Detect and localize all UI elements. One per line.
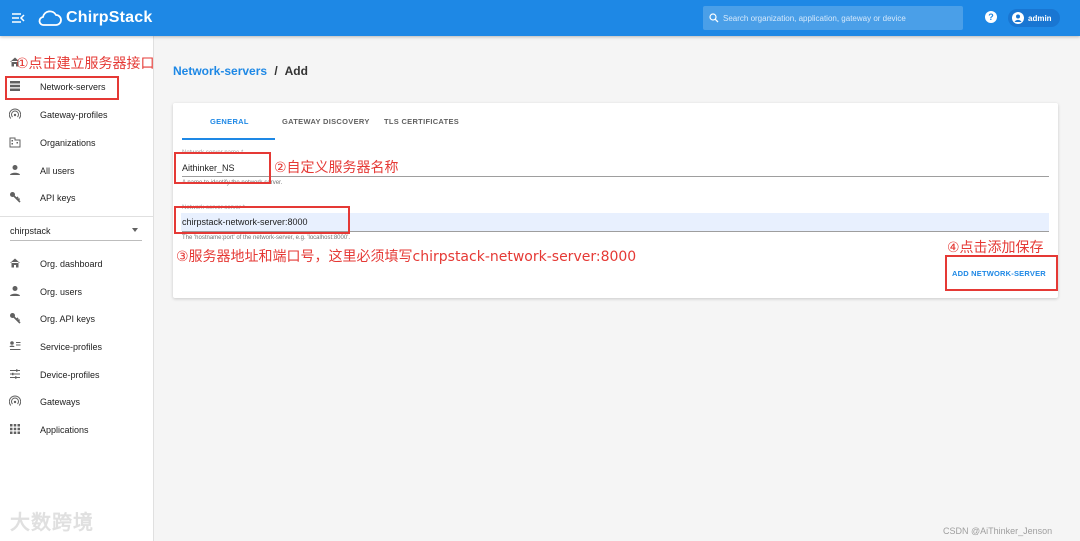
sidebar-item-label: Gateways xyxy=(40,397,81,407)
sidebar-item-label: Org. API keys xyxy=(40,314,96,324)
sidebar-item-org-users[interactable]: Org. users xyxy=(0,279,154,305)
sidebar-item-label: API keys xyxy=(40,193,76,203)
building-icon xyxy=(8,136,22,150)
annotation-step1: ①点击建立服务器接口 xyxy=(16,56,155,72)
search-input[interactable] xyxy=(723,13,953,23)
tab-general[interactable]: GENERAL xyxy=(210,117,249,126)
breadcrumb-current: Add xyxy=(284,64,308,78)
account-circle-icon xyxy=(1012,12,1024,24)
sidebar-item-all-users[interactable]: All users xyxy=(0,158,154,184)
wifi-icon xyxy=(8,395,22,409)
home-icon xyxy=(8,257,22,271)
annotation-box-step3 xyxy=(174,206,350,234)
sidebar-item-label: Org. users xyxy=(40,287,83,297)
organization-selected-value: chirpstack xyxy=(10,225,51,236)
sliders-icon xyxy=(8,368,22,382)
annotation-step3: ③服务器地址和端口号，这里必须填写chirpstack-network-serv… xyxy=(176,249,637,265)
chirpstack-logo[interactable]: ChirpStack xyxy=(38,6,152,30)
sidebar-item-organizations[interactable]: Organizations xyxy=(0,130,154,156)
sidebar-item-gateways[interactable]: Gateways xyxy=(0,389,154,415)
key-icon xyxy=(8,312,22,326)
brand-name: ChirpStack xyxy=(66,9,153,26)
grid-icon xyxy=(8,423,22,437)
server-field-helper: The 'hostname:port' of the network-serve… xyxy=(182,235,351,241)
sidebar-item-label: Org. dashboard xyxy=(40,259,103,269)
source-credit: CSDN @AiThinker_Jenson xyxy=(943,526,1053,536)
search-box[interactable] xyxy=(703,6,963,30)
organization-select[interactable]: chirpstack xyxy=(10,221,142,241)
sidebar-item-gateway-profiles[interactable]: Gateway-profiles xyxy=(0,102,154,128)
cloud-icon xyxy=(38,10,62,26)
sidebar-item-label: All users xyxy=(40,166,75,176)
sidebar-item-label: Organizations xyxy=(40,138,96,148)
sidebar-item-applications[interactable]: Applications xyxy=(0,417,154,443)
watermark-logo: 大数跨境 xyxy=(10,510,94,534)
user-icon xyxy=(8,164,22,178)
username: admin xyxy=(1028,13,1052,23)
sidebar-item-org-dashboard[interactable]: Org. dashboard xyxy=(0,251,154,277)
breadcrumb-link-network-servers[interactable]: Network-servers xyxy=(173,64,267,78)
sidebar-item-label: Applications xyxy=(40,425,89,435)
annotation-box-step2 xyxy=(174,152,271,184)
sidebar-item-service-profiles[interactable]: Service-profiles xyxy=(0,334,154,360)
chevron-down-icon xyxy=(132,228,138,232)
annotation-box-step4 xyxy=(945,255,1058,291)
sidebar-item-device-profiles[interactable]: Device-profiles xyxy=(0,362,154,388)
sidebar-item-api-keys[interactable]: API keys xyxy=(0,185,154,211)
annotation-box-step1 xyxy=(5,76,119,100)
sidebar-item-label: Device-profiles xyxy=(40,370,100,380)
sidebar-divider xyxy=(0,216,154,217)
profile-list-icon xyxy=(8,340,22,354)
key-icon xyxy=(8,191,22,205)
annotation-step2: ②自定义服务器名称 xyxy=(274,160,399,176)
wifi-icon xyxy=(8,108,22,122)
user-icon xyxy=(8,285,22,299)
user-menu-button[interactable]: admin xyxy=(1008,9,1060,27)
menu-collapse-icon[interactable] xyxy=(10,10,26,26)
tab-tls-certificates[interactable]: TLS CERTIFICATES xyxy=(384,117,459,126)
sidebar-item-label: Service-profiles xyxy=(40,342,103,352)
annotation-step4: ④点击添加保存 xyxy=(947,240,1044,256)
sidebar-item-label: Gateway-profiles xyxy=(40,110,108,120)
tab-bar: GENERAL GATEWAY DISCOVERY TLS CERTIFICAT… xyxy=(173,103,1058,140)
breadcrumb: Network-servers / Add xyxy=(173,64,308,78)
tab-gateway-discovery[interactable]: GATEWAY DISCOVERY xyxy=(282,117,370,126)
active-tab-indicator xyxy=(182,138,275,140)
app-bar: ChirpStack ? admin xyxy=(0,0,1080,36)
help-icon[interactable]: ? xyxy=(985,11,997,23)
network-server-form-card: GENERAL GATEWAY DISCOVERY TLS CERTIFICAT… xyxy=(173,103,1058,298)
breadcrumb-separator: / xyxy=(274,64,278,78)
sidebar-item-org-api-keys[interactable]: Org. API keys xyxy=(0,306,154,332)
sidebar: Network-servers Gateway-profiles Organiz… xyxy=(0,36,154,541)
search-icon xyxy=(709,13,719,23)
